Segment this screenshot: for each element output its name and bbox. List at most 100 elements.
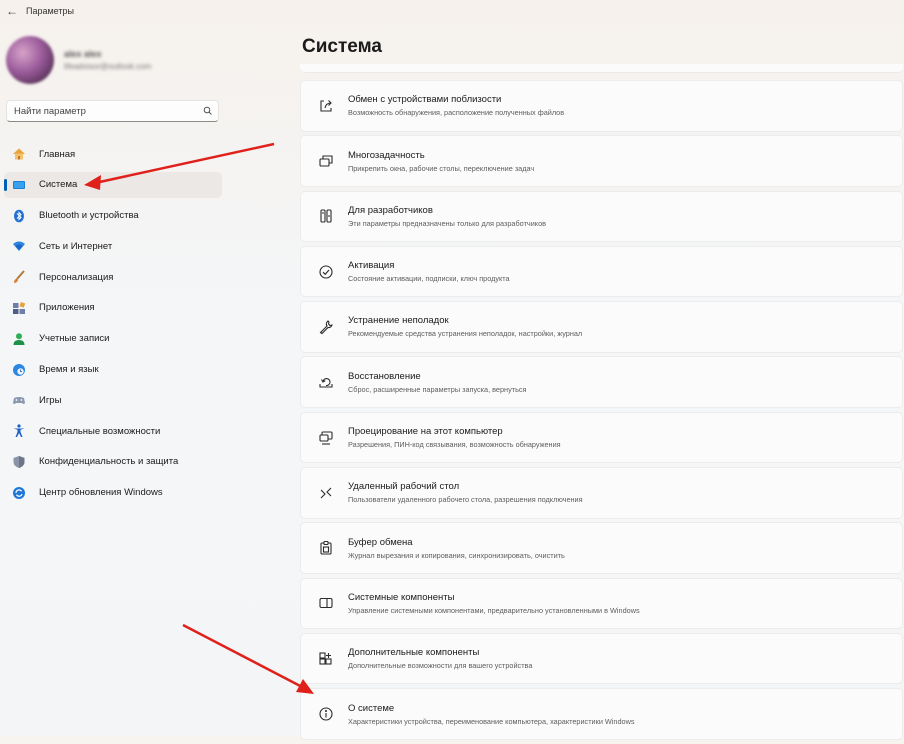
card-subtitle: Пользователи удаленного рабочего стола, … [348,495,583,505]
accessibility-icon [11,423,27,439]
nav-item-accessibility[interactable]: Специальные возможности [4,418,222,444]
card-subtitle: Прикрепить окна, рабочие столы, переключ… [348,163,535,173]
search-icon[interactable] [200,103,216,119]
profile-email: lifeadvisor@outlook.com [64,62,152,71]
profile-text: alex alex lifeadvisor@outlook.com [64,49,151,71]
card-title: Обмен с устройствами поблизости [348,94,502,106]
wifi-icon [11,238,27,254]
back-button[interactable]: ← [0,1,24,21]
nav-label: Игры [39,394,62,406]
nav-item-personalization[interactable]: Персонализация [4,264,222,290]
nav-item-home[interactable]: Главная [4,141,222,167]
card-title: Буфер обмена [348,536,413,548]
page-title: Система [302,36,382,57]
nav-label: Персонализация [39,271,114,283]
home-icon [11,146,27,162]
gamepad-icon [11,392,27,408]
nav-label: Bluetooth и устройства [39,210,139,222]
nav-label: Система [39,179,78,191]
share-icon [317,97,335,115]
wrench-icon [317,318,335,336]
card-title: Дополнительные компоненты [348,647,480,659]
card-subtitle: Возможность обнаружения, расположение по… [348,108,565,118]
nav-item-gaming[interactable]: Игры [4,387,222,413]
card-subtitle: Разрешения, ПИН-код связывания, возможно… [348,440,561,450]
setting-card-projection[interactable]: Проецирование на этот компьютер Разрешен… [300,411,903,464]
setting-card-clipboard[interactable]: Буфер обмена Журнал вырезания и копирова… [300,522,903,574]
setting-card-optional-features[interactable]: Дополнительные компоненты Дополнительные… [300,632,903,685]
developer-icon [317,207,335,225]
check-circle-icon [317,263,335,281]
nav-label: Центр обновления Windows [39,487,163,499]
nav-item-bluetooth[interactable]: Bluetooth и устройства [4,203,222,229]
user-profile[interactable]: alex alex lifeadvisor@outlook.com [6,36,151,84]
multitask-icon [317,152,335,170]
nav-label: Главная [39,148,76,160]
search-box[interactable] [6,100,219,122]
nav-item-windows-update[interactable]: Центр обновления Windows [4,480,222,506]
setting-card-troubleshoot[interactable]: Устранение неполадок Рекомендуемые средс… [300,301,903,353]
nav-item-apps[interactable]: Приложения [4,295,222,321]
card-subtitle: Управление системными компонентами, пред… [348,605,640,615]
nav-item-system[interactable]: Система [4,171,222,198]
card-title: Удаленный рабочий стол [348,481,460,493]
nav-label: Учетные записи [39,333,110,345]
card-title: Активация [348,260,395,272]
setting-card-developers[interactable]: Для разработчиков Эти параметры предназн… [300,190,903,243]
card-subtitle: Эти параметры предназначены только для р… [348,218,546,228]
active-indicator [4,178,7,191]
main-content: Система Обмен с устройствами поблизости … [300,0,904,740]
arrow-left-icon: ← [6,4,18,18]
projection-icon [317,429,335,447]
profile-name: alex alex [64,49,102,59]
setting-card-system-components[interactable]: Системные компоненты Управление системны… [300,577,903,630]
nav-item-time-language[interactable]: Время и язык [4,357,222,383]
app-title: Параметры [26,6,74,16]
card-title: Системные компоненты [348,591,455,603]
nav-label: Специальные возможности [39,425,161,437]
nav-item-privacy[interactable]: Конфиденциальность и защита [4,449,222,475]
info-icon [317,705,335,723]
bluetooth-icon [11,208,27,224]
update-icon [11,485,27,501]
recovery-icon [317,373,335,391]
settings-list: Обмен с устройствами поблизости Возможно… [300,80,903,744]
card-subtitle: Рекомендуемые средства устранения непола… [348,329,583,339]
card-title: Для разработчиков [348,204,433,216]
setting-card-remote-desktop[interactable]: Удаленный рабочий стол Пользователи удал… [300,467,903,519]
system-icon [11,177,27,193]
apps-icon [11,300,27,316]
nav-label: Время и язык [39,364,99,376]
card-subtitle: Сброс, расширенные параметры запуска, ве… [348,384,527,394]
card-partial[interactable] [300,64,903,73]
card-subtitle: Характеристики устройства, переименовани… [348,716,635,726]
nav-item-accounts[interactable]: Учетные записи [4,326,222,352]
setting-card-nearby-sharing[interactable]: Обмен с устройствами поблизости Возможно… [300,80,903,132]
clipboard-icon [317,539,335,557]
setting-card-about[interactable]: О системе Характеристики устройства, пер… [300,688,903,740]
nav-label: Конфиденциальность и защита [39,456,179,468]
shield-icon [11,454,27,470]
card-title: Восстановление [348,370,421,382]
remote-desktop-icon [317,484,335,502]
card-title: О системе [348,702,395,714]
card-subtitle: Журнал вырезания и копирования, синхрони… [348,550,565,560]
brush-icon [11,269,27,285]
nav-label: Сеть и Интернет [39,240,113,252]
card-subtitle: Дополнительные возможности для вашего ус… [348,661,533,671]
globe-clock-icon [11,362,27,378]
setting-card-multitasking[interactable]: Многозадачность Прикрепить окна, рабочие… [300,135,903,187]
card-title: Устранение неполадок [348,315,449,327]
nav-item-network[interactable]: Сеть и Интернет [4,233,222,259]
avatar [6,36,54,84]
setting-card-recovery[interactable]: Восстановление Сброс, расширенные параме… [300,356,903,408]
sidebar: alex alex lifeadvisor@outlook.com Главна… [0,24,232,736]
components-icon [317,594,335,612]
card-subtitle: Состояние активации, подписки, ключ прод… [348,274,510,284]
nav-label: Приложения [39,302,95,314]
setting-card-activation[interactable]: Активация Состояние активации, подписки,… [300,245,903,298]
nav-list: Главная Система Bluetooth и устройства С… [4,141,222,511]
search-input[interactable] [7,105,194,117]
card-title: Многозадачность [348,149,425,161]
optional-features-icon [317,650,335,668]
